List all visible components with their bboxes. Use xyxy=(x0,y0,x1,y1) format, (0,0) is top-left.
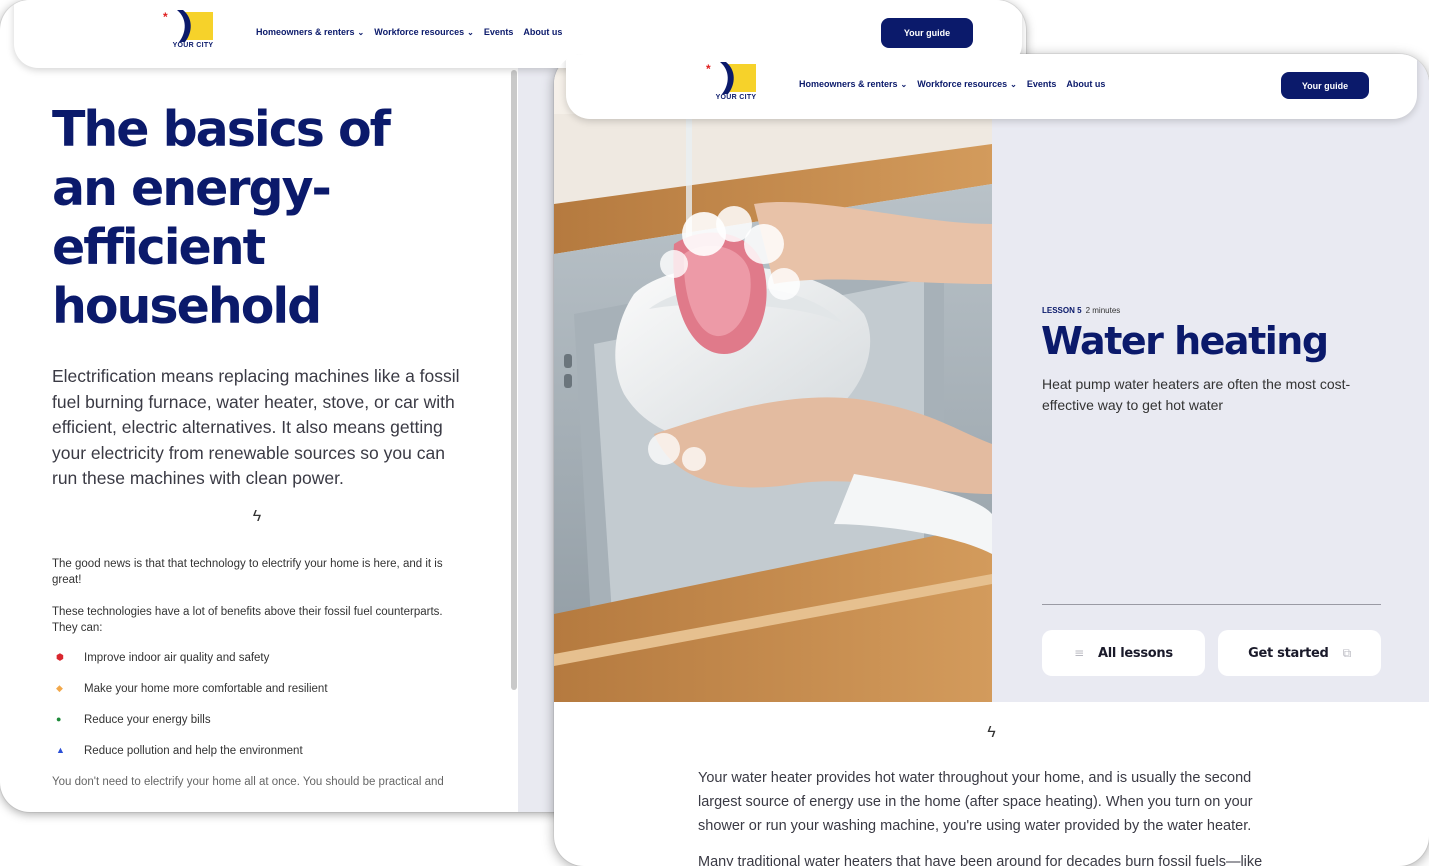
chevron-down-icon: ⌄ xyxy=(1010,80,1017,89)
chevron-down-icon: ⌄ xyxy=(357,28,365,37)
front-browser-window: LESSON 52 minutes Water heating Heat pum… xyxy=(554,54,1429,866)
lesson-duration: 2 minutes xyxy=(1085,306,1121,315)
benefits-list: ⬢ Improve indoor air quality and safety ◆… xyxy=(52,652,462,776)
logo-mark-icon xyxy=(177,10,191,42)
all-lessons-button[interactable]: ≡ All lessons xyxy=(1042,630,1205,676)
page-title: The basics of an energy-efficient househ… xyxy=(52,101,391,335)
external-link-icon: ⧉ xyxy=(1342,645,1352,660)
logo-mark-icon xyxy=(720,62,734,94)
list-icon: ≡ xyxy=(1074,646,1084,660)
main-nav: Homeowners & renters ⌄ Workforce resource… xyxy=(799,79,1105,89)
site-header: * YOUR CITY Homeowners & renters ⌄ Workfo… xyxy=(566,54,1417,119)
lightning-bolt-icon: ϟ xyxy=(987,724,996,741)
list-item: ▲ Reduce pollution and help the environme… xyxy=(52,745,462,776)
your-guide-button[interactable]: Your guide xyxy=(1281,72,1369,99)
chevron-down-icon: ⌄ xyxy=(900,80,908,89)
nav-events[interactable]: Events xyxy=(484,27,514,37)
lesson-meta: LESSON 52 minutes xyxy=(1042,306,1120,315)
nav-events[interactable]: Events xyxy=(1027,79,1057,89)
lesson-panel: LESSON 52 minutes Water heating Heat pum… xyxy=(992,54,1429,702)
nav-workforce[interactable]: Workforce resources ⌄ xyxy=(374,27,474,37)
nav-homeowners[interactable]: Homeowners & renters ⌄ xyxy=(256,27,364,37)
star-icon: * xyxy=(706,62,711,76)
nav-about[interactable]: About us xyxy=(1066,79,1105,89)
body-paragraph: Your water heater provides hot water thr… xyxy=(698,770,1253,834)
shield-icon: ⬢ xyxy=(56,651,64,662)
cut-off-paragraph: You don't need to electrify your home al… xyxy=(52,775,444,788)
list-item: ⬢ Improve indoor air quality and safety xyxy=(52,652,462,683)
your-guide-button[interactable]: Your guide xyxy=(881,18,973,48)
lesson-title: Water heating xyxy=(1041,319,1329,363)
main-nav: Homeowners & renters ⌄ Workforce resource… xyxy=(256,27,562,37)
lesson-number: LESSON 5 xyxy=(1042,306,1082,315)
site-logo[interactable]: * YOUR CITY xyxy=(163,10,223,50)
get-started-button[interactable]: Get started ⧉ xyxy=(1218,630,1381,676)
logo-text: YOUR CITY xyxy=(715,94,757,101)
lead-paragraph: Electrification means replacing machines… xyxy=(52,366,460,488)
divider xyxy=(1042,604,1381,605)
lesson-subtitle: Heat pump water heaters are often the mo… xyxy=(1042,376,1351,413)
nav-homeowners[interactable]: Homeowners & renters ⌄ xyxy=(799,79,907,89)
lightning-bolt-icon: ϟ xyxy=(252,507,262,525)
list-item: ● Reduce your energy bills xyxy=(52,714,462,745)
scrollbar[interactable] xyxy=(511,70,517,690)
home-icon: ◆ xyxy=(56,682,63,693)
cut-off-paragraph: Many traditional water heaters that have… xyxy=(698,854,1263,866)
site-logo[interactable]: * YOUR CITY xyxy=(706,62,766,102)
benefits-intro: These technologies have a lot of benefit… xyxy=(52,605,443,635)
star-icon: * xyxy=(163,10,168,24)
article-content: The basics of an energy-efficient househ… xyxy=(52,100,462,788)
flame-icon: ▲ xyxy=(56,744,65,755)
money-bag-icon: ● xyxy=(56,713,62,724)
list-item: ◆ Make your home more comfortable and res… xyxy=(52,683,462,714)
intro-paragraph: The good news is that that technology to… xyxy=(52,557,443,587)
nav-workforce[interactable]: Workforce resources ⌄ xyxy=(917,79,1017,89)
chevron-down-icon: ⌄ xyxy=(467,28,474,37)
dishwashing-photo xyxy=(554,54,992,702)
nav-about[interactable]: About us xyxy=(523,27,562,37)
logo-text: YOUR CITY xyxy=(172,42,214,49)
hero-image xyxy=(554,54,992,702)
